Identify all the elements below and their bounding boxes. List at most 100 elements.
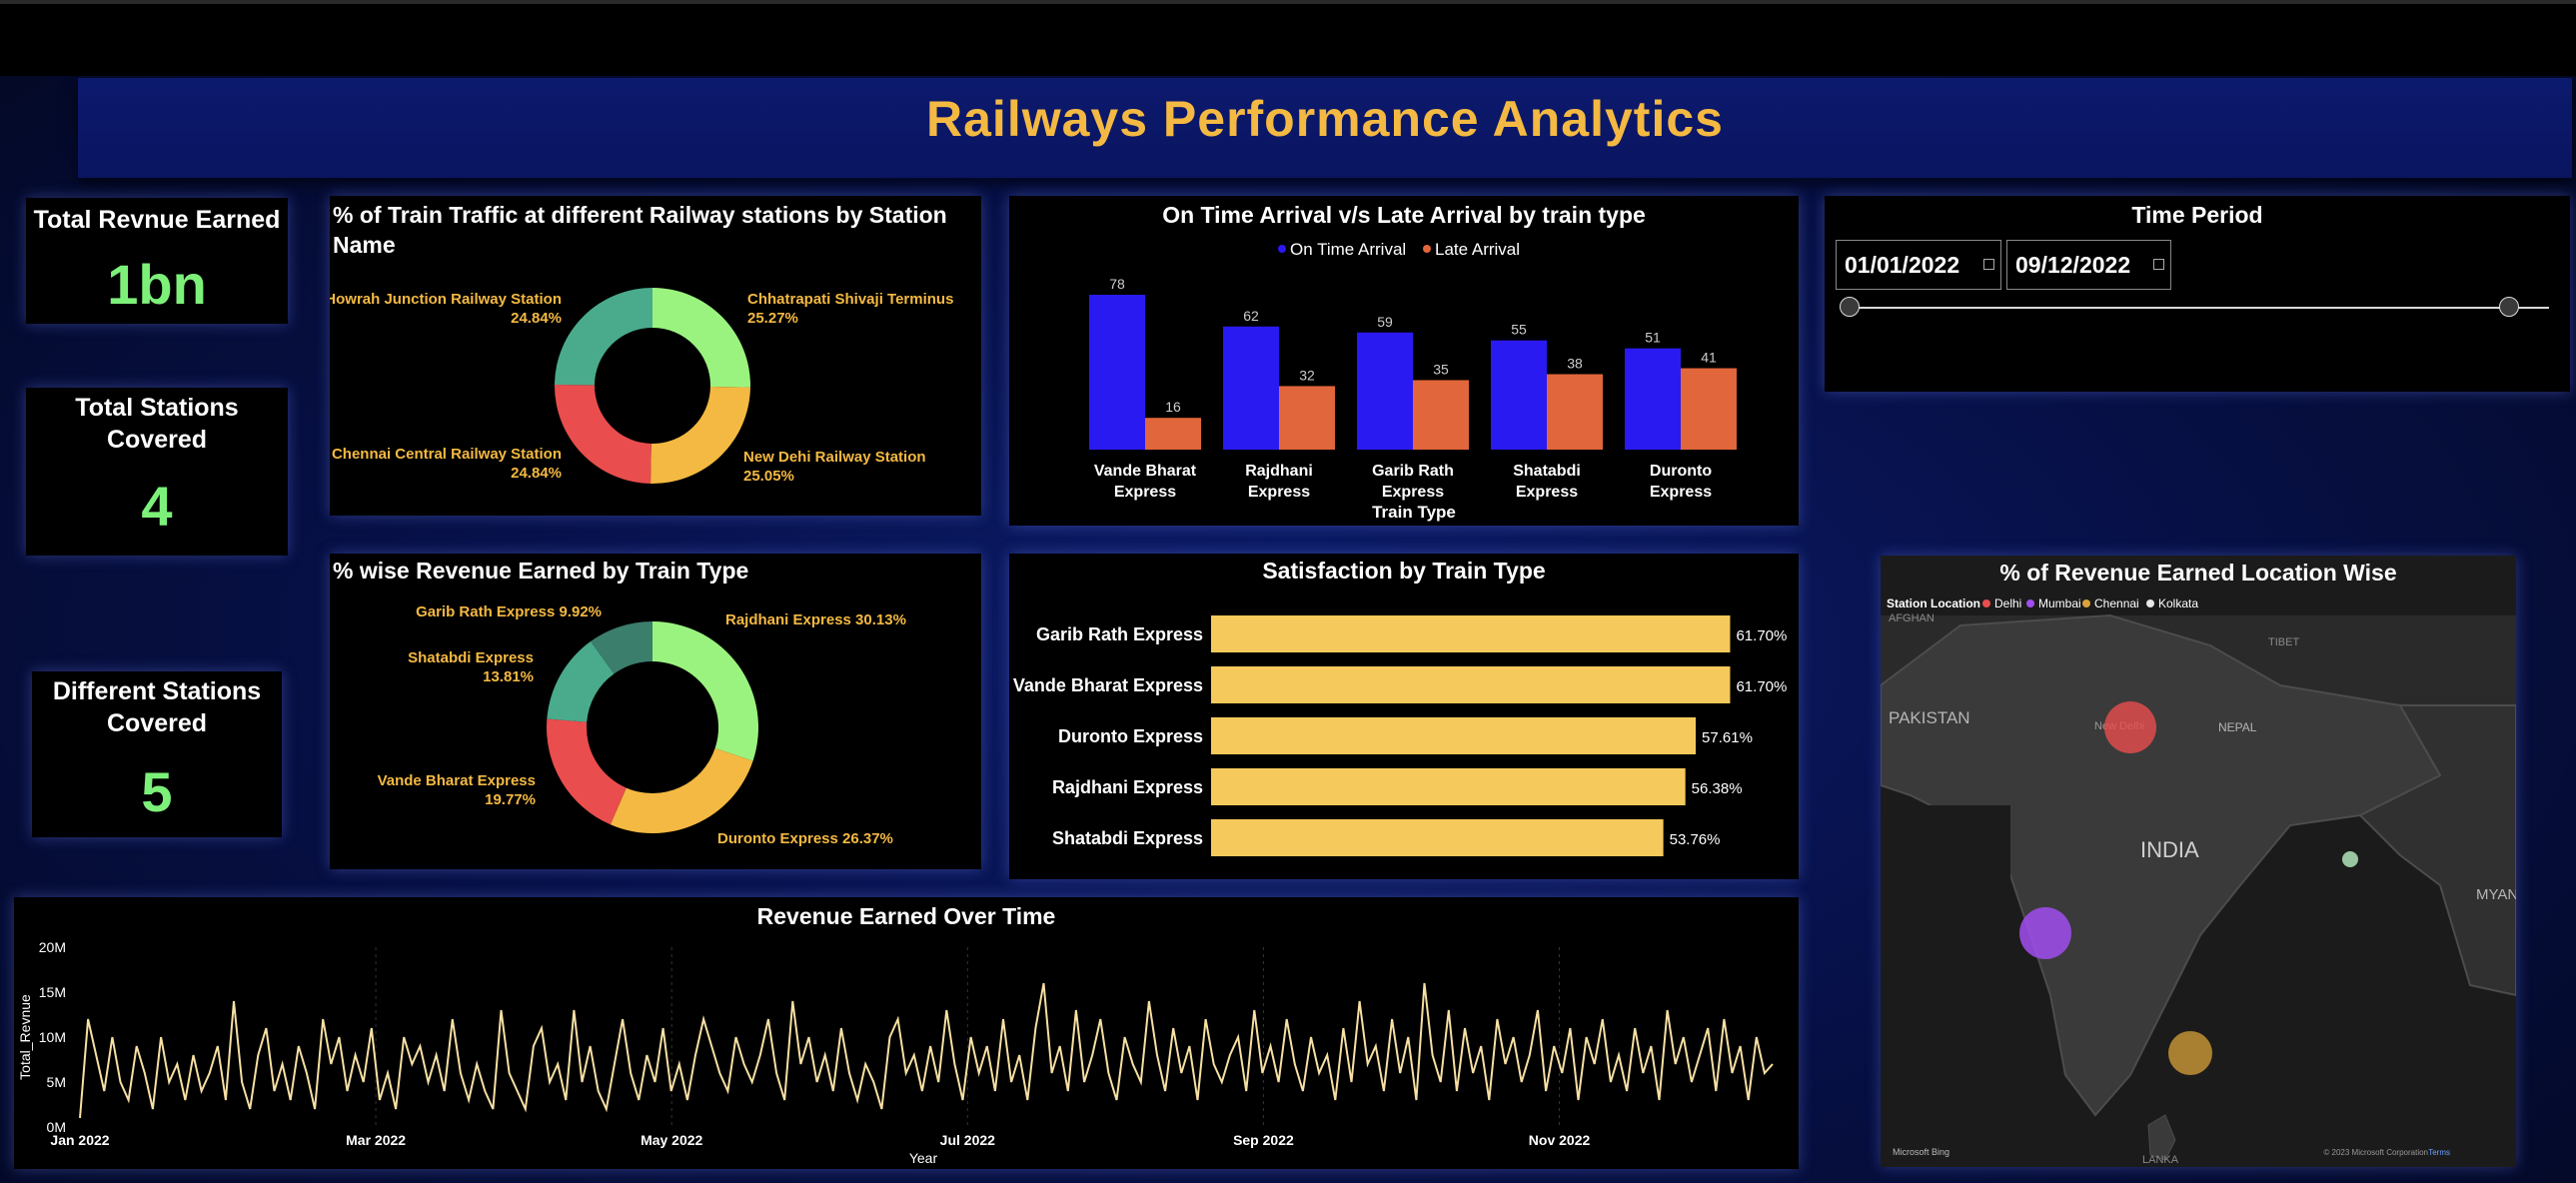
x-tick-label: Jan 2022 [50,1132,109,1148]
traffic-donut-card: % of Train Traffic at different Railway … [330,196,981,516]
slice-label-line1: Shatabdi Express [408,649,534,666]
arrival-chart-card: On Time Arrival v/s Late Arrival by trai… [1009,196,1799,526]
category-label: Shatabdi [1513,463,1581,480]
map-label-country: INDIA [2140,837,2199,862]
start-date-input[interactable]: 01/01/2022 [1836,240,2001,290]
slice-label-line2: 13.81% [483,668,534,685]
map-label-nepal: NEPAL [2218,720,2257,734]
y-tick-label: 10M [39,1029,66,1045]
slice-label: Rajdhani Express 30.13% [725,611,906,628]
category-label: Duronto Express [1058,726,1203,746]
satisfaction-bar[interactable] [1211,819,1664,856]
category-label: Express [1114,484,1176,501]
map-label-tibet: TIBET [2268,636,2299,648]
legend-swatch-late [1423,245,1431,253]
data-label: 59 [1377,314,1393,330]
legend-label-kolkata: Kolkata [2158,596,2198,610]
slice-label-line1: Vande Bharat Express [378,772,536,789]
data-label: 51 [1645,330,1661,346]
legend-title: Station Location [1887,596,1980,610]
legend-swatch-delhi [1982,599,1990,607]
bar-on-time[interactable] [1357,332,1413,450]
category-label: Vande Bharat [1094,463,1197,480]
end-date-input[interactable]: 09/12/2022 [2006,240,2171,290]
category-label: Express [1382,484,1444,501]
kpi-card-different-stations: Different Stations Covered 5 [32,671,282,837]
category-label: Vande Bharat Express [1013,675,1203,695]
map-attribution: Microsoft Bing [1893,1147,1949,1157]
x-tick-label: Jul 2022 [940,1132,995,1148]
bar-late[interactable] [1547,374,1603,450]
y-tick-label: 20M [39,939,66,955]
category-label: Express [1248,484,1310,501]
bar-on-time[interactable] [1089,295,1145,450]
bar-late[interactable] [1413,380,1469,450]
map-terms-link[interactable]: Terms [2428,1148,2450,1157]
page-title: Railways Performance Analytics [926,91,1724,147]
legend-swatch-chennai [2082,599,2090,607]
bar-late[interactable] [1681,368,1737,450]
x-tick-label: May 2022 [641,1132,702,1148]
donut-slice[interactable] [555,288,652,386]
calendar-icon[interactable] [1983,259,1994,270]
bar-late[interactable] [1145,418,1201,450]
slice-label-name: Chennai Central Railway Station [332,446,562,463]
x-tick-label: Sep 2022 [1233,1132,1294,1148]
map-bubble-chennai[interactable] [2168,1031,2212,1075]
slice-label-name: Howrah Junction Railway Station [330,291,562,308]
satisfaction-bar[interactable] [1211,768,1686,805]
bar-late[interactable] [1279,386,1335,450]
category-label: Express [1650,484,1712,501]
kpi-label-line1: Total Stations [75,394,239,422]
slice-label-name: Chhatrapati Shivaji Terminus [747,291,953,308]
legend-swatch-on-time [1278,245,1286,253]
slice-label: Garib Rath Express 9.92% [416,603,602,620]
satisfaction-bar[interactable] [1211,615,1731,652]
donut-slice[interactable] [652,621,758,761]
bar-on-time[interactable] [1625,348,1681,450]
data-label: 61.70% [1736,627,1787,644]
arrival-bar-chart: On Time Arrival Late Arrival 78 16 Vande B… [1089,240,1737,522]
slicer-title: Time Period [2131,202,2263,228]
location-map-card: % of Revenue Earned Location Wise AFGHAN… [1881,556,2516,1167]
date-range-track[interactable] [1850,307,2549,309]
donut-slice[interactable] [610,747,753,833]
map-copyright: © 2023 Microsoft Corporation [2323,1148,2428,1157]
slice-label: Duronto Express 26.37% [717,830,893,847]
donut-slice[interactable] [555,385,651,484]
map-label-myanmar: MYANI [2476,886,2516,903]
satisfaction-bar-chart: Garib Rath Express 61.70% Vande Bharat Exp… [1013,615,1787,856]
x-axis-title: Year [909,1150,938,1166]
kpi-label-line2: Covered [106,709,208,737]
data-label: 61.70% [1736,678,1787,695]
calendar-icon[interactable] [2153,259,2164,270]
map-bubble-mumbai[interactable] [2019,907,2071,959]
legend-label-chennai: Chennai [2094,596,2139,610]
map-label-afghan: AFGHAN [1889,612,1934,624]
slice-label-pct: 25.27% [747,310,798,327]
data-label: 35 [1433,361,1449,377]
slice-label-line2: 19.77% [485,791,536,808]
bar-on-time[interactable] [1223,326,1279,450]
revenue-map[interactable]: AFGHAN PAKISTAN TIBET NEPAL New Delhi IN… [1881,556,2516,1167]
map-bubble-kolkata[interactable] [2342,851,2358,867]
slice-label-pct: 24.84% [511,465,562,482]
legend-label-mumbai: Mumbai [2038,596,2081,610]
donut-slice[interactable] [652,288,750,388]
category-label: Rajdhani Express [1052,777,1203,797]
satisfaction-bar[interactable] [1211,666,1731,703]
range-start-handle[interactable] [1840,297,1860,317]
map-bubble-delhi[interactable] [2104,701,2156,753]
kpi-label-line2: Covered [106,426,208,454]
data-label: 62 [1243,308,1259,324]
bar-on-time[interactable] [1491,340,1547,450]
kpi-value: 5 [141,760,173,823]
range-end-handle[interactable] [2499,297,2519,317]
category-label: Express [1516,484,1578,501]
kpi-value: 1bn [107,253,207,316]
satisfaction-bar[interactable] [1211,717,1697,754]
revenue-line-card: Revenue Earned Over Time 0M 5M 10M 15M 20M Ja… [14,897,1799,1169]
donut-slice[interactable] [547,718,627,825]
end-date-value: 09/12/2022 [2015,252,2131,278]
donut-slice[interactable] [650,386,750,484]
